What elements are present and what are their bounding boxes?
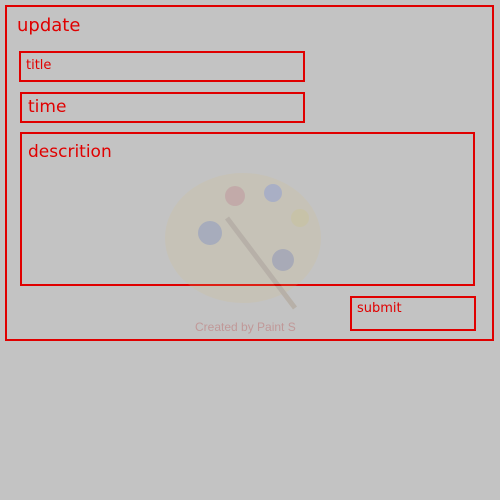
form-heading: update	[17, 15, 81, 36]
time-field-label: time	[28, 97, 67, 117]
paint-blob-yellow	[291, 209, 309, 227]
title-field-label: title	[26, 58, 52, 73]
paint-palette-icon	[165, 173, 321, 310]
title-field[interactable]: title	[19, 51, 305, 82]
paint-blob-blue	[198, 221, 222, 245]
paint-blob-navy	[272, 249, 294, 271]
watermark-text: Created by Paint S	[195, 320, 296, 334]
paint-blob-red	[225, 186, 245, 206]
canvas: update title time descrition Created by …	[0, 0, 500, 500]
submit-button-label: submit	[357, 301, 402, 316]
paint-blob-darkblue	[264, 184, 282, 202]
submit-button[interactable]: submit	[350, 296, 476, 331]
time-field[interactable]: time	[20, 92, 305, 123]
description-field-label: descrition	[28, 142, 112, 162]
